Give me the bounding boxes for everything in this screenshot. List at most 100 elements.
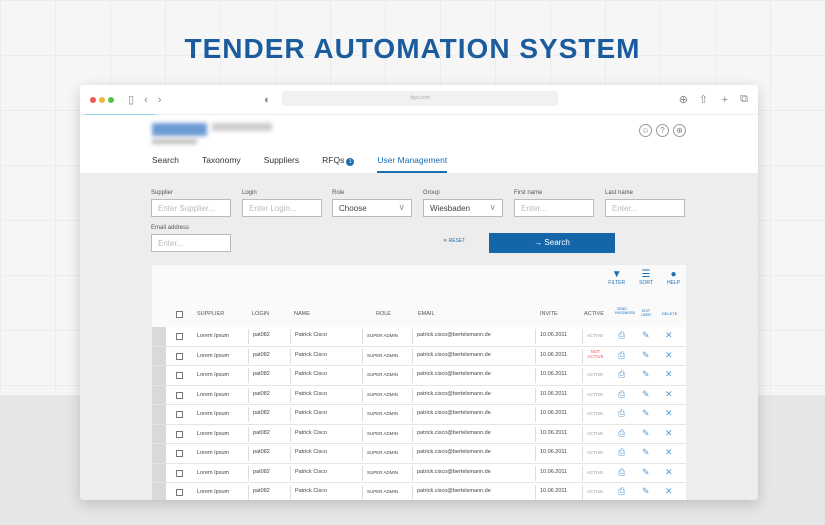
select-all-checkbox[interactable] bbox=[176, 311, 183, 318]
cell-email[interactable]: patrick.cisco@bertelsmann.de bbox=[412, 348, 491, 364]
tab-user-management[interactable]: User Management bbox=[377, 155, 448, 173]
cell-email[interactable]: patrick.cisco@bertelsmann.de bbox=[412, 426, 491, 442]
table-row[interactable]: Lorem Ipsum pat082 Patrick Cisco SUPER A… bbox=[152, 463, 686, 483]
sort-button[interactable]: ☰ SORT bbox=[639, 269, 653, 286]
row-checkbox[interactable] bbox=[176, 450, 183, 457]
table-row[interactable]: Lorem Ipsum pat082 Patrick Cisco SUPER A… bbox=[152, 366, 686, 386]
delete-icon[interactable]: ✕ bbox=[665, 486, 673, 497]
help-button[interactable]: ● HELP bbox=[667, 269, 680, 286]
table-row[interactable]: Lorem Ipsum pat082 Patrick Cisco SUPER A… bbox=[152, 424, 686, 444]
last-name-label: Last name bbox=[605, 190, 634, 196]
table-row[interactable]: Lorem Ipsum pat082 Patrick Cisco SUPER A… bbox=[152, 327, 686, 347]
reset-button[interactable]: ✕ RESET bbox=[443, 238, 465, 244]
cell-invite: 10.06.2011 bbox=[535, 387, 567, 403]
cell-login: pat082 bbox=[248, 426, 270, 442]
send-password-icon[interactable]: ⎙ bbox=[618, 389, 625, 400]
col-active[interactable]: ACTIVE bbox=[584, 311, 604, 317]
shield-icon[interactable]: ◐ bbox=[264, 94, 271, 106]
group-select[interactable]: Wiesbaden ∨ bbox=[423, 199, 503, 217]
role-value: Choose bbox=[339, 204, 367, 213]
col-name[interactable]: NAME bbox=[294, 311, 310, 317]
cell-email[interactable]: patrick.cisco@bertelsmann.de bbox=[412, 387, 491, 403]
window-controls[interactable] bbox=[87, 94, 114, 106]
cell-email[interactable]: patrick.cisco@bertelsmann.de bbox=[412, 485, 491, 500]
edit-icon[interactable]: ✎ bbox=[642, 408, 650, 419]
table-row[interactable]: Lorem Ipsum pat082 Patrick Cisco SUPER A… bbox=[152, 444, 686, 464]
cell-email[interactable]: patrick.cisco@bertelsmann.de bbox=[412, 368, 491, 383]
back-icon[interactable]: ‹ bbox=[144, 94, 148, 106]
send-password-icon[interactable]: ⎙ bbox=[618, 330, 625, 341]
supplier-input[interactable]: Enter Supplier... bbox=[151, 199, 231, 217]
edit-icon[interactable]: ✎ bbox=[642, 467, 650, 478]
delete-icon[interactable]: ✕ bbox=[665, 389, 673, 400]
sidebar-icon[interactable]: ▯ bbox=[128, 93, 134, 106]
tab-search[interactable]: Search bbox=[152, 155, 179, 173]
search-button[interactable]: → Search bbox=[489, 233, 615, 253]
delete-icon[interactable]: ✕ bbox=[665, 408, 673, 419]
col-invite[interactable]: INVITE bbox=[540, 311, 558, 317]
send-password-icon[interactable]: ⎙ bbox=[618, 486, 625, 497]
edit-icon[interactable]: ✎ bbox=[642, 350, 650, 361]
col-email[interactable]: EMAIL bbox=[418, 311, 435, 317]
tab-rfqs[interactable]: RFQs 1 bbox=[322, 155, 355, 173]
delete-icon[interactable]: ✕ bbox=[665, 428, 673, 439]
share-icon[interactable]: ⇧ bbox=[699, 93, 708, 106]
role-select[interactable]: Choose ∨ bbox=[332, 199, 412, 217]
delete-icon[interactable]: ✕ bbox=[665, 330, 673, 341]
delete-icon[interactable]: ✕ bbox=[665, 447, 673, 458]
tab-suppliers[interactable]: Suppliers bbox=[264, 155, 299, 173]
row-checkbox[interactable] bbox=[176, 391, 183, 399]
send-password-icon[interactable]: ⎙ bbox=[618, 408, 625, 419]
new-tab-icon[interactable]: + bbox=[722, 94, 728, 106]
row-checkbox[interactable] bbox=[176, 489, 183, 496]
edit-icon[interactable]: ✎ bbox=[642, 369, 650, 380]
col-supplier[interactable]: SUPPLIER bbox=[197, 311, 224, 317]
row-checkbox[interactable] bbox=[176, 333, 183, 340]
row-checkbox[interactable] bbox=[176, 411, 183, 418]
first-name-input[interactable]: Enter... bbox=[514, 199, 594, 217]
col-send-password: SEND PASSWORD bbox=[615, 307, 636, 315]
edit-icon[interactable]: ✎ bbox=[642, 389, 650, 400]
address-bar[interactable]: tjtys.com bbox=[282, 91, 558, 106]
filter-button[interactable]: ▼ FILTER bbox=[608, 269, 625, 286]
cell-email[interactable]: patrick.cisco@bertelsmann.de bbox=[412, 329, 491, 344]
tab-rfqs-label: RFQs bbox=[322, 155, 345, 165]
row-checkbox[interactable] bbox=[176, 352, 183, 360]
forward-icon[interactable]: › bbox=[158, 94, 162, 106]
cell-role: SUPER ADMIN bbox=[362, 426, 398, 442]
help-icon[interactable]: ? bbox=[656, 124, 669, 137]
globe-icon[interactable]: ⊕ bbox=[673, 124, 686, 137]
send-password-icon[interactable]: ⎙ bbox=[618, 428, 625, 439]
col-login[interactable]: LOGIN bbox=[252, 311, 269, 317]
last-name-input[interactable]: Enter... bbox=[605, 199, 685, 217]
delete-icon[interactable]: ✕ bbox=[665, 350, 673, 361]
col-role[interactable]: ROLE bbox=[376, 311, 391, 317]
table-row[interactable]: Lorem Ipsum pat082 Patrick Cisco SUPER A… bbox=[152, 385, 686, 405]
send-password-icon[interactable]: ⎙ bbox=[618, 467, 625, 478]
edit-icon[interactable]: ✎ bbox=[642, 447, 650, 458]
login-input[interactable]: Enter Login... bbox=[242, 199, 322, 217]
edit-icon[interactable]: ✎ bbox=[642, 486, 650, 497]
send-password-icon[interactable]: ⎙ bbox=[618, 350, 625, 361]
send-password-icon[interactable]: ⎙ bbox=[618, 447, 625, 458]
tabs-icon[interactable]: ⧉ bbox=[740, 93, 748, 106]
row-checkbox[interactable] bbox=[176, 430, 183, 438]
edit-icon[interactable]: ✎ bbox=[642, 428, 650, 439]
delete-icon[interactable]: ✕ bbox=[665, 369, 673, 380]
table-row[interactable]: Lorem Ipsum pat082 Patrick Cisco SUPER A… bbox=[152, 405, 686, 425]
row-checkbox[interactable] bbox=[176, 372, 183, 379]
row-checkbox[interactable] bbox=[176, 469, 183, 477]
edit-icon[interactable]: ✎ bbox=[642, 330, 650, 341]
cell-email[interactable]: patrick.cisco@bertelsmann.de bbox=[412, 446, 491, 461]
cell-email[interactable]: patrick.cisco@bertelsmann.de bbox=[412, 407, 491, 422]
table-row[interactable]: Lorem Ipsum pat082 Patrick Cisco SUPER A… bbox=[152, 346, 686, 366]
email-input[interactable]: Enter... bbox=[151, 234, 231, 252]
send-password-icon[interactable]: ⎙ bbox=[618, 369, 625, 380]
cell-invite: 10.06.2011 bbox=[535, 485, 567, 500]
tab-taxonomy[interactable]: Taxonomy bbox=[202, 155, 241, 173]
delete-icon[interactable]: ✕ bbox=[665, 467, 673, 478]
table-row[interactable]: Lorem Ipsum pat082 Patrick Cisco SUPER A… bbox=[152, 483, 686, 500]
user-icon[interactable]: ☺ bbox=[639, 124, 652, 137]
cell-email[interactable]: patrick.cisco@bertelsmann.de bbox=[412, 465, 491, 481]
download-icon[interactable]: ⊕ bbox=[679, 93, 688, 106]
